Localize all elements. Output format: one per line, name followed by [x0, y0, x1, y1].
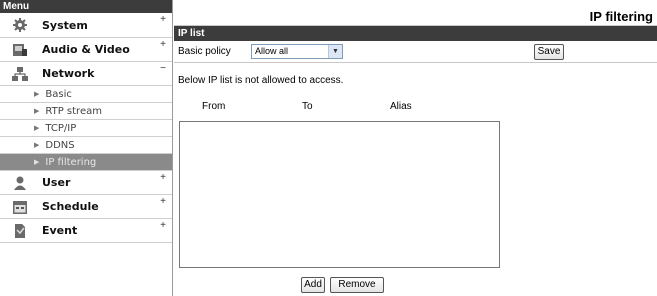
sidebar-item-label: DDNS: [45, 139, 75, 151]
sidebar: Menu System + Audio & Video + Network − …: [0, 0, 173, 296]
arrow-right-icon: ▶: [34, 124, 40, 132]
gear-icon: [12, 17, 28, 33]
event-icon: [12, 223, 28, 239]
menu-label: System: [42, 18, 88, 32]
expand-icon: +: [160, 172, 166, 183]
arrow-right-icon: ▶: [34, 90, 40, 98]
add-button[interactable]: Add: [301, 277, 325, 293]
network-icon: [12, 66, 28, 82]
column-header-to: To: [302, 101, 313, 112]
sidebar-item-ddns[interactable]: ▶ DDNS: [0, 137, 172, 154]
menu-label: User: [42, 176, 71, 189]
column-header-alias: Alias: [390, 101, 412, 112]
policy-row: Basic policy Allow all ▼ Save: [174, 41, 657, 63]
section-title: IP list: [174, 26, 657, 41]
calendar-icon: [12, 199, 28, 215]
menu-item-schedule[interactable]: Schedule +: [0, 195, 172, 219]
select-value: Allow all: [255, 46, 289, 56]
sidebar-item-label: RTP stream: [45, 105, 102, 117]
menu-label: Event: [42, 224, 78, 237]
menu-item-system[interactable]: System +: [0, 13, 172, 38]
user-icon: [12, 175, 28, 191]
menu-label: Schedule: [42, 200, 99, 213]
chevron-down-icon[interactable]: ▼: [328, 45, 342, 58]
ip-list-box[interactable]: [179, 121, 500, 268]
expand-icon: +: [160, 196, 166, 207]
main-content: IP filtering IP list Basic policy Allow …: [174, 0, 657, 296]
sidebar-title: Menu: [0, 0, 172, 13]
expand-icon: +: [160, 39, 166, 50]
video-icon: [12, 42, 28, 58]
save-button[interactable]: Save: [534, 44, 564, 60]
menu-label: Network: [42, 67, 95, 80]
menu-item-network[interactable]: Network −: [0, 62, 172, 86]
sidebar-item-tcp-ip[interactable]: ▶ TCP/IP: [0, 120, 172, 137]
arrow-right-icon: ▶: [34, 141, 40, 149]
arrow-right-icon: ▶: [34, 107, 40, 115]
policy-label: Basic policy: [178, 46, 231, 57]
sidebar-item-label: TCP/IP: [45, 122, 77, 134]
basic-policy-select[interactable]: Allow all ▼: [251, 44, 343, 59]
expand-icon: +: [160, 14, 166, 25]
arrow-right-icon: ▶: [34, 158, 40, 166]
column-header-from: From: [202, 101, 226, 112]
sidebar-item-ip-filtering[interactable]: ▶ IP filtering: [0, 154, 172, 171]
menu-item-event[interactable]: Event +: [0, 219, 172, 243]
sidebar-item-basic[interactable]: ▶ Basic: [0, 86, 172, 103]
page-title: IP filtering: [174, 0, 657, 26]
menu-label: Audio & Video: [42, 43, 130, 56]
sidebar-item-rtp-stream[interactable]: ▶ RTP stream: [0, 103, 172, 120]
expand-icon: +: [160, 220, 166, 231]
sidebar-item-label: IP filtering: [45, 156, 97, 168]
collapse-icon: −: [160, 63, 166, 74]
ip-list-note: Below IP list is not allowed to access.: [178, 75, 344, 86]
sidebar-item-label: Basic: [45, 88, 72, 100]
menu-item-audio-video[interactable]: Audio & Video +: [0, 38, 172, 62]
menu-item-user[interactable]: User +: [0, 171, 172, 195]
remove-button[interactable]: Remove: [330, 277, 384, 293]
